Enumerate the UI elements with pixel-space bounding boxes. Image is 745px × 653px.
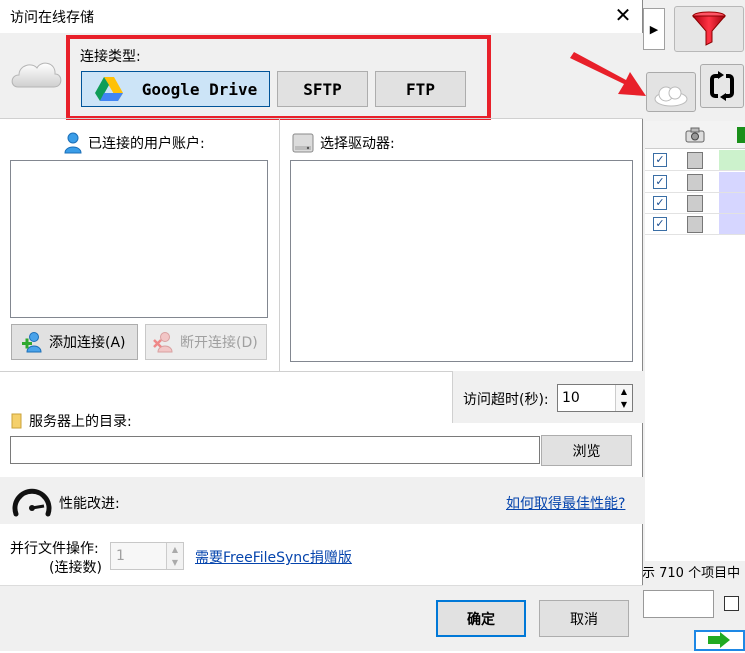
option-checkbox[interactable]	[724, 596, 739, 611]
accounts-label: 已连接的用户账户:	[88, 136, 205, 152]
server-directory-input[interactable]	[10, 436, 540, 464]
accounts-label-row: 已连接的用户账户:	[64, 132, 205, 154]
folder-icon	[11, 413, 22, 429]
disconnect-button[interactable]: 断开连接(D)	[145, 324, 267, 360]
add-user-icon	[22, 332, 42, 353]
drives-label: 选择驱动器:	[320, 136, 395, 152]
browse-label: 浏览	[572, 443, 601, 460]
status-text: 示 710 个项目中	[642, 566, 741, 581]
timeout-stepper[interactable]: 10 ▲ ▼	[557, 384, 633, 412]
stepper-up-icon[interactable]: ▲	[166, 543, 183, 556]
row-checkbox[interactable]: ✓	[653, 196, 667, 210]
divider	[0, 118, 643, 119]
refresh-arrows-icon	[710, 70, 734, 102]
timeout-label: 访问超时(秒):	[463, 392, 549, 408]
file-icon	[687, 195, 703, 212]
table-row[interactable]: ✓	[645, 150, 745, 171]
file-icon	[687, 152, 703, 169]
browse-button[interactable]: 浏览	[541, 435, 632, 466]
hard-drive-icon	[292, 133, 314, 153]
file-icon	[687, 216, 703, 233]
add-connection-button[interactable]: 添加连接(A)	[11, 324, 138, 360]
divider	[279, 118, 280, 371]
parallel-ops-stepper[interactable]: 1 ▲ ▼	[110, 542, 184, 570]
remove-user-icon	[153, 332, 173, 353]
ok-button[interactable]: 确定	[436, 600, 526, 637]
server-dir-label: 服务器上的目录:	[29, 414, 132, 430]
divider	[0, 371, 452, 372]
stepper-up-icon[interactable]: ▲	[615, 385, 632, 398]
cancel-label: 取消	[570, 611, 598, 628]
green-arrow-icon	[708, 632, 730, 648]
row-checkbox[interactable]: ✓	[653, 175, 667, 189]
camera-icon	[685, 127, 705, 143]
expand-arrow-button[interactable]: ▶	[643, 8, 665, 50]
ok-label: 确定	[467, 611, 495, 628]
sync-action-cell[interactable]	[719, 193, 745, 213]
user-icon	[64, 132, 82, 154]
row-checkbox[interactable]: ✓	[653, 217, 667, 231]
dialog-title: 访问在线存储	[10, 10, 94, 26]
cancel-button[interactable]: 取消	[539, 600, 629, 637]
donation-edition-link[interactable]: 需要FreeFileSync捐赠版	[195, 547, 352, 567]
server-dir-label-row: 服务器上的目录:	[11, 411, 132, 431]
filter-funnel-icon	[691, 11, 727, 46]
parallel-ops-sublabel: (连接数)	[49, 560, 102, 576]
add-connection-label: 添加连接(A)	[49, 335, 126, 351]
filter-button[interactable]	[674, 6, 744, 52]
performance-label: 性能改进:	[59, 496, 120, 512]
highlight-annotation-box	[66, 35, 491, 120]
table-row[interactable]: ✓	[645, 214, 745, 235]
triangle-right-icon: ▶	[649, 22, 659, 36]
search-input[interactable]	[643, 590, 714, 618]
parallel-ops-label: 并行文件操作:	[10, 541, 99, 557]
sync-action-cell[interactable]	[719, 150, 745, 170]
disconnect-label: 断开连接(D)	[180, 335, 258, 351]
red-annotation-arrow-icon	[570, 52, 646, 96]
cloud-icon	[11, 62, 62, 88]
sync-refresh-button[interactable]	[700, 64, 744, 108]
close-button[interactable]: ✕	[612, 4, 634, 28]
file-icon	[687, 174, 703, 191]
close-icon: ✕	[614, 3, 632, 27]
timeout-value: 10	[562, 390, 580, 406]
speedometer-icon	[12, 488, 52, 517]
green-arrow-icon	[737, 127, 745, 143]
table-row[interactable]: ✓	[645, 193, 745, 214]
stepper-down-icon[interactable]: ▼	[615, 398, 632, 411]
parallel-ops-value: 1	[116, 548, 125, 564]
start-sync-button[interactable]	[694, 630, 745, 651]
stepper-down-icon[interactable]: ▼	[166, 556, 183, 569]
row-checkbox[interactable]: ✓	[653, 153, 667, 167]
table-row[interactable]: ✓	[645, 172, 745, 193]
file-grid-header	[645, 121, 745, 149]
sync-action-cell[interactable]	[719, 214, 745, 234]
sync-action-cell[interactable]	[719, 172, 745, 192]
drive-select-list[interactable]	[290, 160, 633, 362]
online-storage-dialog: 访问在线存储 ✕ 连接类型: Google Drive SFTP FTP 已连接…	[0, 0, 643, 651]
connected-accounts-list[interactable]	[10, 160, 268, 318]
performance-help-link[interactable]: 如何取得最佳性能?	[506, 493, 625, 513]
drives-label-row: 选择驱动器:	[292, 132, 395, 154]
